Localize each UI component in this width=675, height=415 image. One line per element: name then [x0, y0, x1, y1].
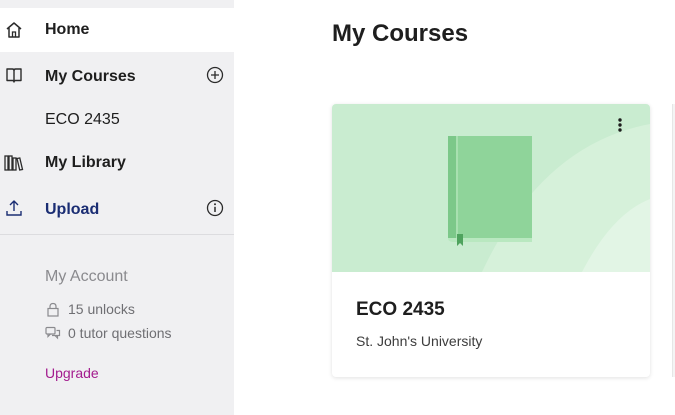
sidebar-item-label: Upload: [45, 201, 100, 218]
book-icon: [444, 134, 534, 246]
upgrade-link[interactable]: Upgrade: [45, 365, 99, 381]
tutor-questions-count: 0 tutor questions: [45, 325, 172, 341]
course-school: St. John's University: [356, 333, 483, 349]
course-card[interactable]: ECO 2435 St. John's University: [332, 104, 650, 377]
lock-icon: [45, 301, 61, 317]
course-name: ECO 2435: [356, 299, 445, 320]
unlocks-text: 15 unlocks: [68, 301, 135, 317]
sidebar-divider: [0, 234, 234, 235]
upload-icon: [4, 198, 24, 218]
sidebar-item-home[interactable]: Home: [0, 8, 234, 52]
account-section-title: My Account: [45, 268, 128, 285]
book-open-icon: [4, 65, 24, 85]
sidebar-item-label: My Library: [45, 154, 126, 171]
sidebar-item-my-library[interactable]: My Library: [0, 142, 234, 184]
sidebar-item-label: ECO 2435: [45, 111, 120, 128]
course-card-banner: [332, 104, 650, 272]
course-menu-icon[interactable]: [618, 118, 634, 138]
add-circle-icon[interactable]: [205, 65, 225, 85]
sidebar-item-my-courses[interactable]: My Courses: [0, 56, 234, 96]
sidebar: Home My Courses ECO 2435 My Library Uplo…: [0, 0, 234, 415]
sidebar-item-label: My Courses: [45, 68, 136, 85]
info-icon[interactable]: [205, 198, 225, 218]
sidebar-item-upload[interactable]: Upload: [0, 188, 234, 230]
home-icon: [4, 20, 24, 40]
sidebar-item-label: Home: [45, 21, 90, 38]
chat-bubbles-icon: [45, 325, 61, 341]
tutor-questions-text: 0 tutor questions: [68, 325, 172, 341]
sidebar-item-course-eco-2435[interactable]: ECO 2435: [0, 100, 234, 140]
sidebar-top-strip: [0, 0, 234, 8]
page-title: My Courses: [332, 20, 469, 47]
library-icon: [4, 153, 24, 173]
unlocks-count: 15 unlocks: [45, 301, 135, 317]
